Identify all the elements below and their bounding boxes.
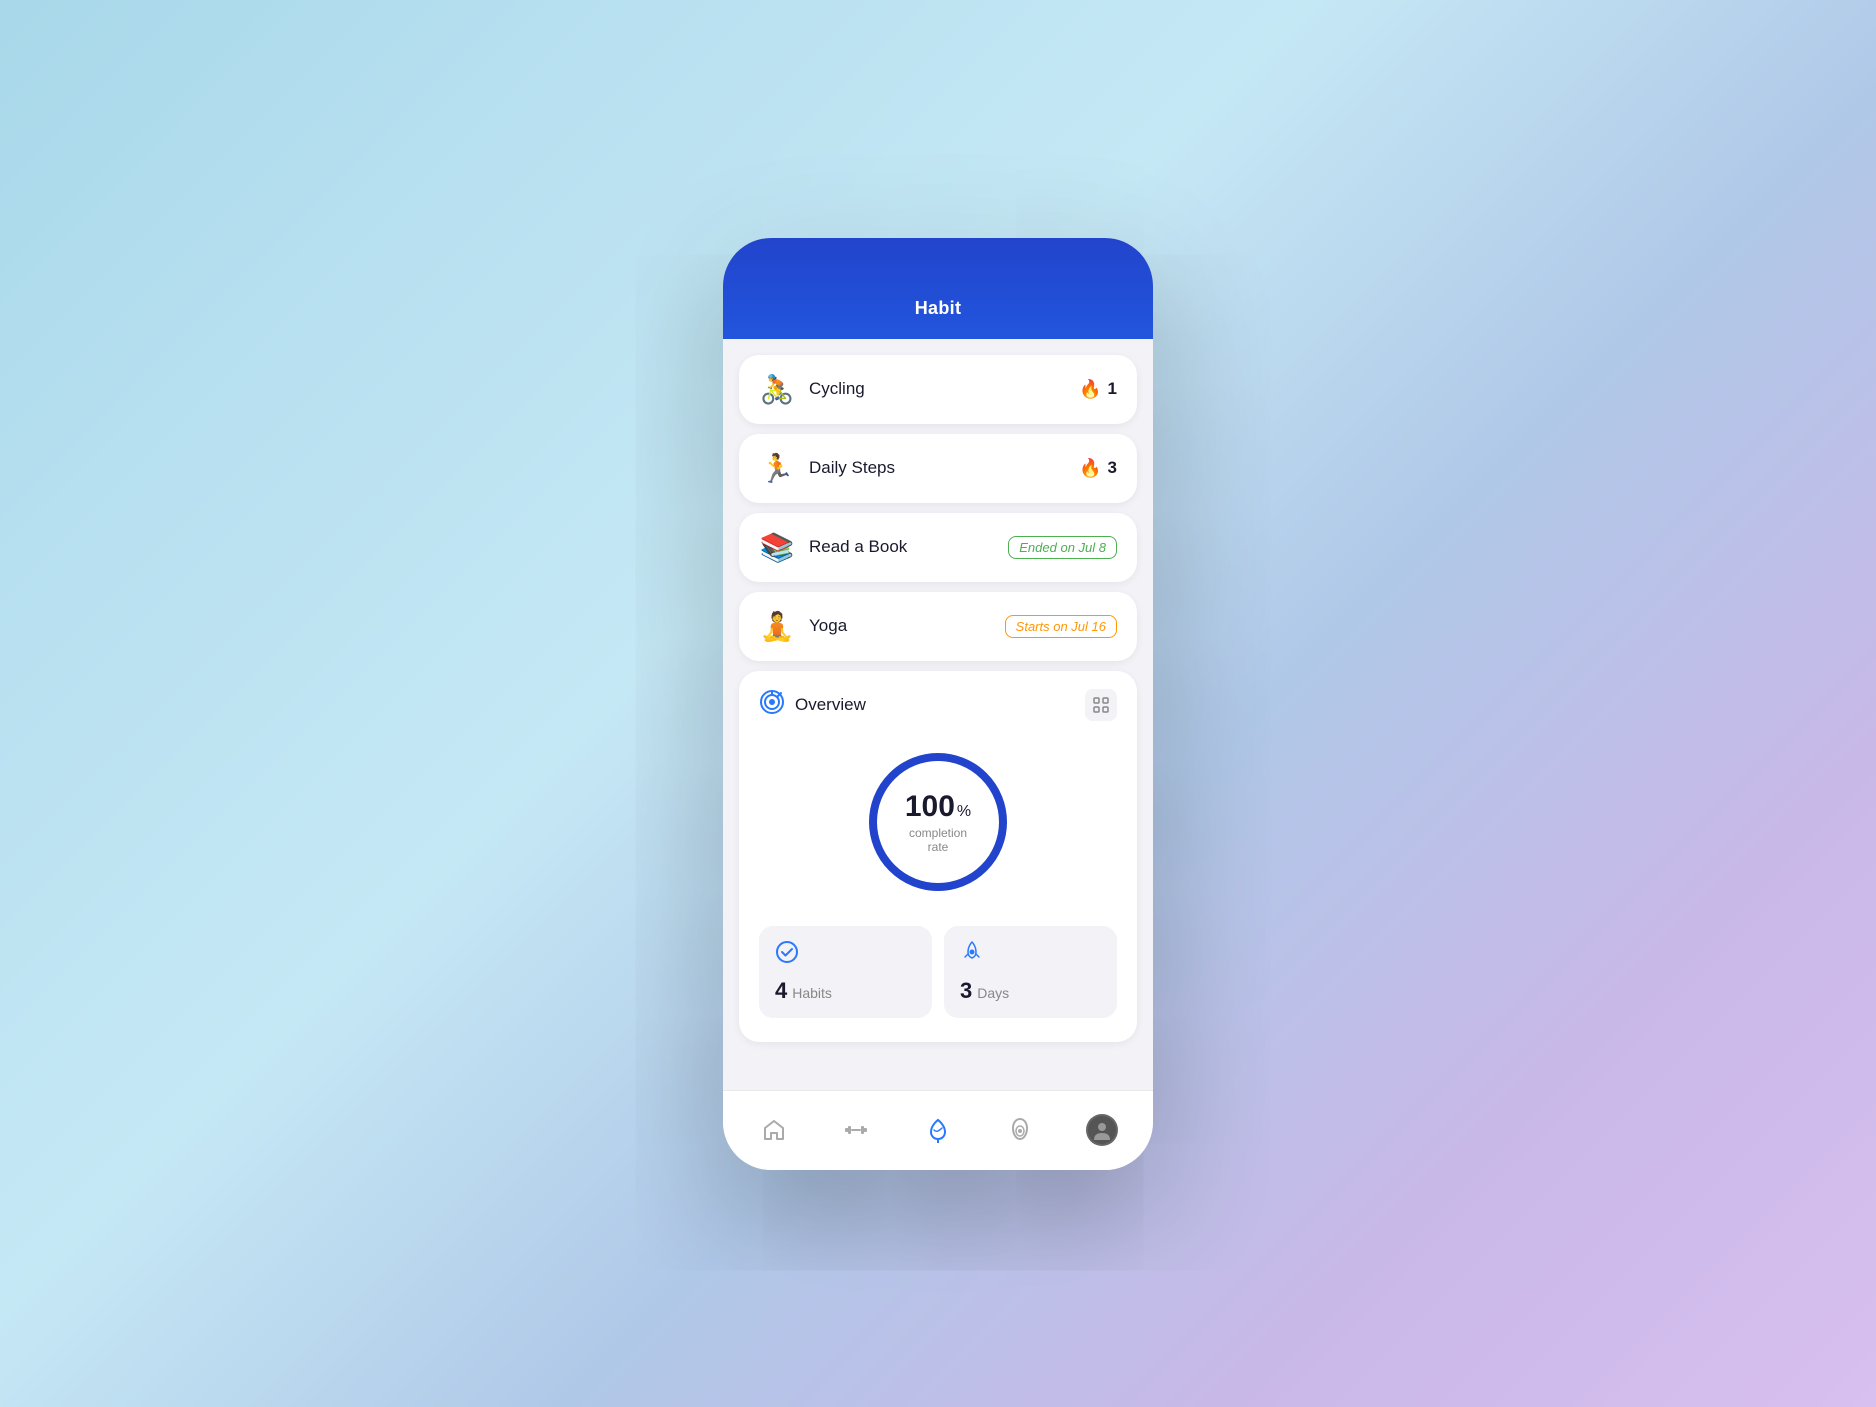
stat-days: 3 Days bbox=[944, 926, 1117, 1018]
rocket-icon bbox=[960, 940, 1101, 970]
overview-expand-button[interactable] bbox=[1085, 689, 1117, 721]
cycling-emoji: 🚴 bbox=[759, 373, 795, 406]
app-title: Habit bbox=[915, 298, 962, 318]
overview-icon bbox=[759, 689, 785, 722]
nav-profile[interactable] bbox=[1077, 1105, 1127, 1155]
daily-steps-streak-count: 3 bbox=[1108, 458, 1117, 478]
fire-icon-cycling: 🔥 bbox=[1079, 379, 1101, 400]
overview-title: Overview bbox=[795, 695, 866, 715]
nav-home[interactable] bbox=[749, 1105, 799, 1155]
fire-icon-daily-steps: 🔥 bbox=[1079, 458, 1101, 479]
cycling-streak-count: 1 bbox=[1108, 379, 1117, 399]
habits-value-row: 4 Habits bbox=[775, 978, 916, 1004]
habits-count: 4 bbox=[775, 978, 787, 1004]
nav-nature[interactable] bbox=[913, 1105, 963, 1155]
yoga-emoji: 🧘 bbox=[759, 610, 795, 643]
phone-frame: Habit 🚴 Cycling 🔥 1 🏃 Daily Steps 🔥 3 bbox=[723, 238, 1153, 1170]
habit-left-cycling: 🚴 Cycling bbox=[759, 373, 865, 406]
stat-habits: 4 Habits bbox=[759, 926, 932, 1018]
habit-card-read-book[interactable]: 📚 Read a Book Ended on Jul 8 bbox=[739, 513, 1137, 582]
habit-left-read-book: 📚 Read a Book bbox=[759, 531, 907, 564]
read-book-emoji: 📚 bbox=[759, 531, 795, 564]
stats-row: 4 Habits 3 bbox=[759, 926, 1117, 1018]
read-book-badge: Ended on Jul 8 bbox=[1008, 536, 1117, 559]
yoga-name: Yoga bbox=[809, 616, 847, 636]
check-icon bbox=[775, 940, 916, 970]
habit-left-daily-steps: 🏃 Daily Steps bbox=[759, 452, 895, 485]
daily-steps-emoji: 🏃 bbox=[759, 452, 795, 485]
habit-card-daily-steps[interactable]: 🏃 Daily Steps 🔥 3 bbox=[739, 434, 1137, 503]
ended-badge: Ended on Jul 8 bbox=[1008, 536, 1117, 559]
nav-workout[interactable] bbox=[831, 1105, 881, 1155]
completion-number: 100 bbox=[905, 790, 955, 824]
habit-card-yoga[interactable]: 🧘 Yoga Starts on Jul 16 bbox=[739, 592, 1137, 661]
yoga-badge: Starts on Jul 16 bbox=[1005, 615, 1117, 638]
days-value-row: 3 Days bbox=[960, 978, 1101, 1004]
completion-text: 100 % completion rate bbox=[898, 790, 978, 854]
cycling-streak: 🔥 1 bbox=[1079, 379, 1117, 400]
starts-badge: Starts on Jul 16 bbox=[1005, 615, 1117, 638]
overview-header: Overview bbox=[759, 689, 1117, 722]
main-content: 🚴 Cycling 🔥 1 🏃 Daily Steps 🔥 3 📚 R bbox=[723, 339, 1153, 1090]
read-book-name: Read a Book bbox=[809, 537, 907, 557]
bottom-spacer bbox=[739, 1052, 1137, 1062]
days-label: Days bbox=[977, 985, 1009, 1001]
days-count: 3 bbox=[960, 978, 972, 1004]
nav-nutrition[interactable] bbox=[995, 1105, 1045, 1155]
completion-percent: 100 % bbox=[898, 790, 978, 824]
overview-header-left: Overview bbox=[759, 689, 866, 722]
daily-steps-streak: 🔥 3 bbox=[1079, 458, 1117, 479]
percent-sign: % bbox=[957, 803, 971, 821]
completion-circle: 100 % completion rate bbox=[858, 742, 1018, 902]
habit-card-cycling[interactable]: 🚴 Cycling 🔥 1 bbox=[739, 355, 1137, 424]
app-header: Habit bbox=[723, 238, 1153, 339]
habits-label: Habits bbox=[792, 985, 832, 1001]
overview-card: Overview bbox=[739, 671, 1137, 1042]
habit-left-yoga: 🧘 Yoga bbox=[759, 610, 847, 643]
profile-avatar bbox=[1086, 1114, 1118, 1146]
cycling-name: Cycling bbox=[809, 379, 865, 399]
bottom-nav bbox=[723, 1090, 1153, 1170]
completion-circle-container: 100 % completion rate bbox=[759, 742, 1117, 902]
daily-steps-name: Daily Steps bbox=[809, 458, 895, 478]
completion-label: completion rate bbox=[898, 826, 978, 854]
